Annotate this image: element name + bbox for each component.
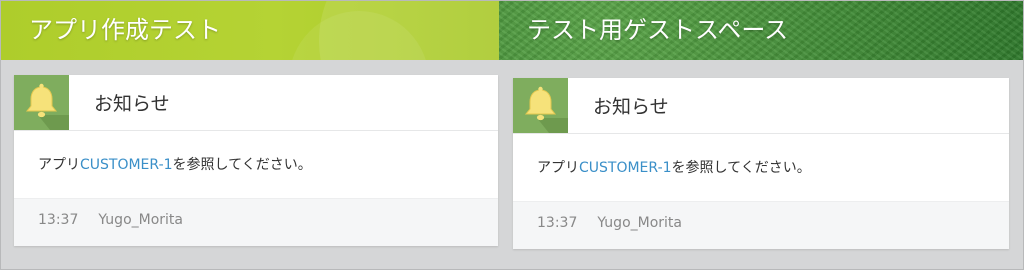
message-prefix: アプリ <box>537 160 579 176</box>
notice-body: アプリCUSTOMER-1を参照してください。 <box>513 134 1009 202</box>
app-link[interactable]: CUSTOMER-1 <box>579 160 672 176</box>
message-suffix: を参照してください。 <box>172 157 312 173</box>
notice-message: アプリCUSTOMER-1を参照してください。 <box>38 154 312 174</box>
notice-user[interactable]: Yugo_Morita <box>597 215 682 231</box>
space-banner[interactable]: テスト用ゲストスペース <box>499 1 1023 60</box>
notice-card: お知らせ アプリCUSTOMER-1を参照してください。 13:37 Yugo_M… <box>513 78 1009 249</box>
notice-footer: 13:37 Yugo_Morita <box>513 201 1009 249</box>
notice-message: アプリCUSTOMER-1を参照してください。 <box>537 157 811 177</box>
notice-footer: 13:37 Yugo_Morita <box>14 198 498 246</box>
notice-title: お知らせ <box>593 96 669 118</box>
app-link[interactable]: CUSTOMER-1 <box>80 157 173 173</box>
notice-user[interactable]: Yugo_Morita <box>98 212 183 228</box>
message-suffix: を参照してください。 <box>671 160 811 176</box>
message-prefix: アプリ <box>38 157 80 173</box>
notice-time: 13:37 <box>537 215 578 231</box>
bell-icon <box>14 75 69 130</box>
space-panel-left: アプリ作成テスト お知らせ アプリCUSTOMER-1を参照してください。 13… <box>1 1 499 269</box>
notice-header: お知らせ <box>14 75 498 131</box>
portal-frame: アプリ作成テスト お知らせ アプリCUSTOMER-1を参照してください。 13… <box>0 0 1024 270</box>
notice-card: お知らせ アプリCUSTOMER-1を参照してください。 13:37 Yugo_M… <box>14 75 498 246</box>
bell-icon <box>513 78 568 133</box>
space-title[interactable]: テスト用ゲストスペース <box>527 10 788 45</box>
space-title[interactable]: アプリ作成テスト <box>29 10 221 45</box>
notice-header: お知らせ <box>513 78 1009 134</box>
space-banner[interactable]: アプリ作成テスト <box>1 1 499 60</box>
notice-meta: 13:37 Yugo_Morita <box>38 212 183 228</box>
notice-body: アプリCUSTOMER-1を参照してください。 <box>14 131 498 199</box>
space-panel-right: テスト用ゲストスペース お知らせ アプリCUSTOMER-1を参照してください。 <box>499 1 1023 269</box>
notice-time: 13:37 <box>38 212 79 228</box>
notice-title: お知らせ <box>94 93 170 115</box>
notice-meta: 13:37 Yugo_Morita <box>537 215 682 231</box>
